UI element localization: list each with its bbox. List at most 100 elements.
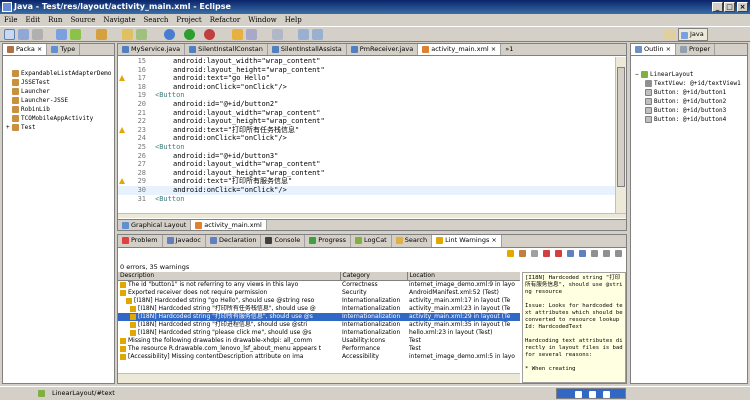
lint-row[interactable]: Missing the following drawables in drawa… xyxy=(118,337,520,345)
outline-item[interactable]: Button: @+id/button4 xyxy=(635,115,747,124)
remove-all-icon[interactable] xyxy=(555,250,562,257)
lint-row[interactable]: [I18N] Hardcoded string "go Hello", shou… xyxy=(118,297,520,305)
more-tabs[interactable]: »1 xyxy=(501,44,517,55)
code-line[interactable]: 22 android:layout_height="wrap_content" xyxy=(118,117,615,126)
menu-search[interactable]: Search xyxy=(139,14,172,26)
print-icon[interactable] xyxy=(32,29,43,40)
project-item[interactable]: Launcher xyxy=(6,87,114,96)
tab-xml-source[interactable]: activity_main.xml xyxy=(191,220,267,230)
column-category[interactable]: Category xyxy=(340,272,408,281)
new-class-icon[interactable] xyxy=(136,29,147,40)
code-line[interactable]: 18 android:onClick="onClick"/> xyxy=(118,83,615,92)
code-line[interactable]: 31 <Button xyxy=(118,195,615,204)
tab-lint-warnings[interactable]: Lint Warnings × xyxy=(432,235,502,247)
menu-edit[interactable]: Edit xyxy=(21,14,44,26)
lint-row[interactable]: [I18N] Hardcoded string "please click me… xyxy=(118,329,520,337)
menu-navigate[interactable]: Navigate xyxy=(99,14,139,26)
editor-tab-active[interactable]: activity_main.xml × xyxy=(418,44,502,55)
menu-source[interactable]: Source xyxy=(66,14,99,26)
warning-marker-icon[interactable] xyxy=(119,126,125,133)
project-item[interactable]: JSSETest xyxy=(6,78,114,87)
notification-tray[interactable] xyxy=(556,388,626,399)
collapse-all-icon[interactable] xyxy=(579,250,586,257)
new-project-icon[interactable] xyxy=(122,29,133,40)
open-type-icon[interactable] xyxy=(232,29,243,40)
code-line[interactable]: 23 android:text="打印所有任务栈信息" xyxy=(118,126,615,135)
fix-icon[interactable] xyxy=(519,250,526,257)
editor-tab[interactable]: MyService.java xyxy=(118,44,186,55)
menu-help[interactable]: Help xyxy=(281,14,306,26)
expand-all-icon[interactable] xyxy=(567,250,574,257)
editor-tab[interactable]: SilentInstallConstan xyxy=(185,44,268,55)
remove-icon[interactable] xyxy=(543,250,550,257)
forward-icon[interactable] xyxy=(312,29,323,40)
debug-icon[interactable] xyxy=(164,29,175,40)
tab-graphical-layout[interactable]: Graphical Layout xyxy=(118,220,192,230)
code-area[interactable]: 15 android:layout_width="wrap_content" 16 a… xyxy=(118,57,615,213)
project-item[interactable]: + Test xyxy=(6,123,114,132)
menu-window[interactable]: Window xyxy=(244,14,281,26)
menu-refactor[interactable]: Refactor xyxy=(206,14,244,26)
warning-marker-icon[interactable] xyxy=(119,75,125,82)
tab-javadoc[interactable]: Javadoc xyxy=(163,235,206,247)
external-tools-icon[interactable] xyxy=(204,29,215,40)
tab-search[interactable]: Search xyxy=(392,235,433,247)
android-sdk-icon[interactable] xyxy=(56,29,67,40)
maximize-button[interactable]: □ xyxy=(724,2,735,12)
outline-item[interactable]: TextView: @+id/textView1 xyxy=(635,79,747,88)
new-icon[interactable] xyxy=(4,29,15,40)
lint-icon[interactable] xyxy=(96,29,107,40)
menu-run[interactable]: Run xyxy=(44,14,66,26)
minimize-view-icon[interactable] xyxy=(603,250,610,257)
annotation-icon[interactable] xyxy=(272,29,283,40)
code-line[interactable]: 19 <Button xyxy=(118,91,615,100)
options-icon[interactable] xyxy=(591,250,598,257)
tab-package-explorer[interactable]: Packa × xyxy=(3,44,48,55)
outline-root[interactable]: − LinearLayout xyxy=(635,70,747,79)
scroll-thumb[interactable] xyxy=(617,67,625,187)
maximize-view-icon[interactable] xyxy=(615,250,622,257)
ignore-icon[interactable] xyxy=(531,250,538,257)
editor-scrollbar[interactable] xyxy=(615,57,626,213)
open-perspective-icon[interactable] xyxy=(664,29,675,40)
project-item[interactable]: Launcher-JSSE xyxy=(6,96,114,105)
tab-problems[interactable]: Problem xyxy=(118,235,163,247)
code-line[interactable]: 25 <Button xyxy=(118,143,615,152)
lint-row[interactable]: The resource R.drawable.com_lenovo_lsf_a… xyxy=(118,345,520,353)
lint-row[interactable]: [Accessibility] Missing contentDescripti… xyxy=(118,353,520,361)
outline-item[interactable]: Button: @+id/button3 xyxy=(635,106,747,115)
lint-row[interactable]: Exported receiver does not require permi… xyxy=(118,289,520,297)
perspective-java[interactable]: Java xyxy=(678,28,708,41)
menu-file[interactable]: File xyxy=(0,14,21,26)
tab-outline[interactable]: Outlin × xyxy=(631,44,677,55)
code-line[interactable]: 17 android:text="go Hello" xyxy=(118,74,615,83)
run-icon[interactable] xyxy=(184,29,195,40)
editor-tab[interactable]: SilentInstallAssista xyxy=(268,44,347,55)
menu-project[interactable]: Project xyxy=(172,14,205,26)
code-line[interactable]: 30 android:onClick="onClick"/> xyxy=(118,185,615,195)
project-item[interactable]: TCOMobileAppActivity xyxy=(6,114,114,123)
code-line[interactable]: 29 android:text="打印所有服务信息" xyxy=(118,177,615,186)
minimize-button[interactable]: _ xyxy=(712,2,723,12)
close-button[interactable]: × xyxy=(737,2,748,12)
code-line[interactable]: 15 android:layout_width="wrap_content" xyxy=(118,57,615,66)
table-horizontal-scrollbar[interactable] xyxy=(118,373,520,383)
back-icon[interactable] xyxy=(298,29,309,40)
horizontal-scrollbar[interactable] xyxy=(118,213,626,218)
avd-manager-icon[interactable] xyxy=(70,29,81,40)
project-item[interactable]: ExpandableListAdapterDemo xyxy=(6,69,114,78)
column-description[interactable]: Description xyxy=(118,272,341,281)
lint-row[interactable]: [I18N] Hardcoded string "打印所有服务信息", shou… xyxy=(118,313,520,321)
editor-tab[interactable]: PmReceiver.java xyxy=(347,44,419,55)
column-location[interactable]: Location xyxy=(407,272,520,281)
tab-progress[interactable]: Progress xyxy=(305,235,352,247)
lint-row[interactable]: The id "button1" is not referring to any… xyxy=(118,281,520,290)
code-line[interactable]: 24 android:onClick="onClick"/> xyxy=(118,134,615,143)
save-icon[interactable] xyxy=(18,29,29,40)
warning-marker-icon[interactable] xyxy=(119,178,125,185)
tab-logcat[interactable]: LogCat xyxy=(351,235,392,247)
lint-row[interactable]: [I18N] Hardcoded string "打印进程信息", should… xyxy=(118,321,520,329)
outline-item[interactable]: Button: @+id/button2 xyxy=(635,97,747,106)
code-line[interactable]: 16 android:layout_height="wrap_content" xyxy=(118,66,615,75)
code-line[interactable]: 27 android:layout_width="wrap_content" xyxy=(118,160,615,169)
